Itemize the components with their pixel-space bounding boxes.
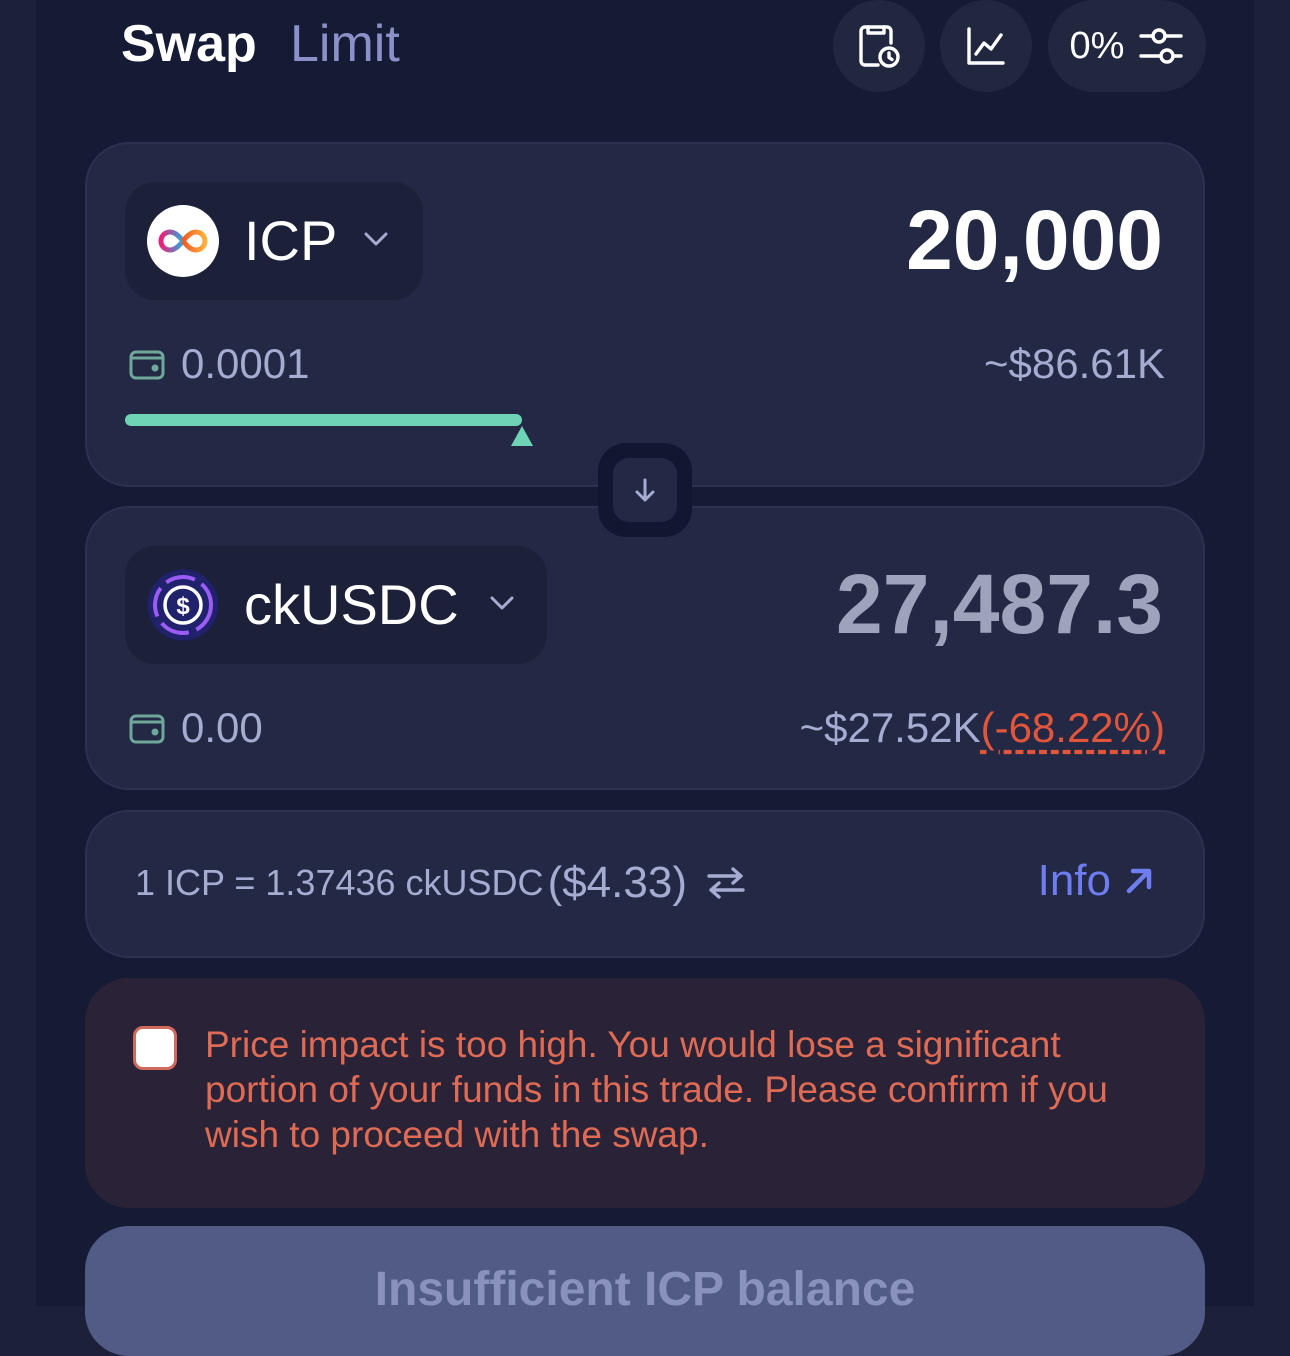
from-usd-value: ~$86.61K (983, 340, 1165, 387)
confirm-high-impact-checkbox[interactable] (133, 1026, 177, 1070)
amount-slider-handle[interactable] (511, 426, 533, 446)
to-balance-value: 0.00 (181, 704, 263, 751)
to-usd-value: ~$27.52K (799, 704, 981, 751)
from-token-name: ICP (244, 209, 338, 272)
rate-usd: ($4.33) (547, 858, 687, 907)
price-impact-badge[interactable]: (-68.22%) (981, 704, 1165, 751)
to-token-card: $ ckUSDC 27,487.3 0.00 ~$27.52K(-68.22%) (85, 506, 1205, 790)
icp-logo-icon (147, 205, 219, 277)
ckusdc-logo-icon: $ (147, 569, 219, 641)
arrow-up-right-icon (1126, 868, 1152, 894)
amount-slider-track[interactable] (125, 414, 522, 426)
warning-text: Price impact is too high. You would lose… (205, 1024, 1108, 1155)
rate-card: 1 ICP = 1.37436 ckUSDC ($4.33) Info (85, 810, 1205, 958)
rate-text: 1 ICP = 1.37436 ckUSDC (135, 862, 544, 903)
history-icon (859, 25, 900, 68)
to-token-selector[interactable]: $ ckUSDC (125, 546, 547, 664)
to-usd-line: ~$27.52K(-68.22%) (800, 704, 1165, 752)
wallet-icon (129, 350, 165, 380)
sliders-icon (1139, 28, 1184, 64)
exchange-rate: 1 ICP = 1.37436 ckUSDC ($4.33) (135, 858, 747, 908)
to-amount-output: 27,487.3 (836, 557, 1163, 651)
slippage-value: 0% (1069, 24, 1125, 67)
tab-swap[interactable]: Swap (121, 14, 257, 74)
to-balance: 0.00 (127, 704, 263, 752)
info-link[interactable]: Info (1038, 856, 1155, 906)
from-token-selector[interactable]: ICP (125, 182, 423, 300)
to-token-name: ckUSDC (244, 573, 459, 636)
history-button[interactable] (833, 0, 925, 92)
slippage-settings-button[interactable]: 0% (1048, 0, 1206, 92)
chevron-down-icon (490, 596, 514, 610)
from-amount-input[interactable]: 20,000 (906, 190, 1163, 290)
wallet-icon (129, 714, 165, 744)
tab-limit[interactable]: Limit (290, 14, 400, 74)
arrow-down-icon (635, 478, 655, 502)
from-balance-value: 0.0001 (181, 340, 310, 387)
swap-direction-button[interactable] (598, 443, 692, 537)
info-label: Info (1037, 856, 1111, 905)
svg-text:$: $ (176, 593, 190, 620)
swap-submit-button[interactable]: Insufficient ICP balance (85, 1226, 1205, 1356)
from-token-card: ICP 20,000 0.0001 ~$86.61K (85, 142, 1205, 487)
chart-button[interactable] (940, 0, 1032, 92)
swap-submit-label: Insufficient ICP balance (374, 1263, 916, 1316)
from-balance: 0.0001 (127, 340, 309, 388)
chevron-down-icon (364, 232, 388, 246)
price-impact-warning: Price impact is too high. You would lose… (85, 978, 1205, 1208)
chart-icon (967, 27, 1005, 65)
swap-arrows-icon[interactable] (705, 866, 747, 900)
